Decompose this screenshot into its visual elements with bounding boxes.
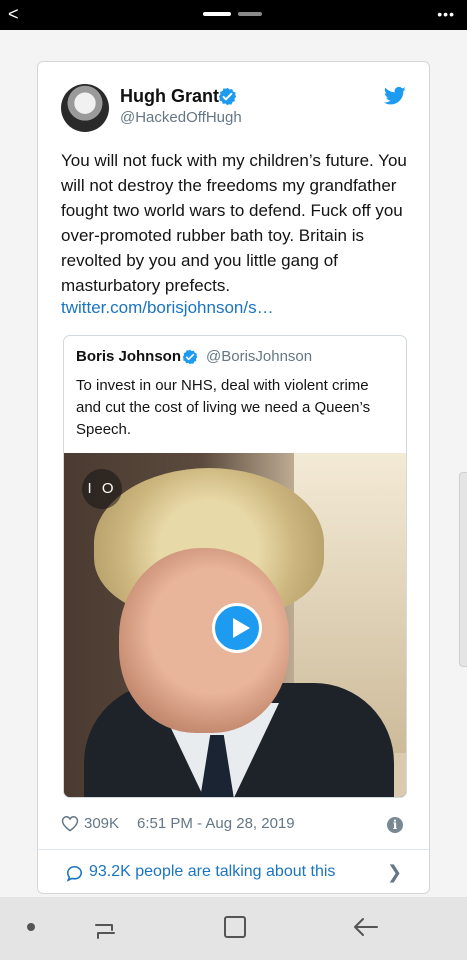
twitter-bird-icon[interactable] [384, 86, 406, 106]
verified-icon [218, 87, 237, 106]
edge-panel-handle[interactable] [459, 472, 467, 667]
conversation-link[interactable]: 93.2K people are talking about this [89, 863, 335, 881]
video-figure-face [119, 548, 289, 733]
heart-icon[interactable] [61, 815, 79, 832]
navigation-bar [0, 897, 467, 960]
author-handle[interactable]: @HackedOffHugh [120, 109, 242, 126]
quoted-tweet-text: To invest in our NHS, deal with violent … [76, 377, 371, 438]
page-indicator-active [203, 12, 231, 16]
verified-icon [182, 349, 198, 365]
tweet-link[interactable]: twitter.com/borisjohnson/s… [61, 298, 274, 318]
video-counter-badge: I O [82, 469, 122, 509]
back-icon[interactable]: < [8, 4, 19, 24]
quoted-author-handle[interactable]: @BorisJohnson [206, 348, 312, 365]
comment-icon [66, 865, 83, 882]
recent-apps-icon[interactable] [92, 917, 118, 941]
chevron-right-icon[interactable]: ❯ [387, 862, 402, 883]
page-indicator [238, 12, 262, 16]
home-icon[interactable] [224, 916, 246, 938]
nav-back-icon[interactable] [352, 915, 380, 939]
tweet-text: You will not fuck with my children’s fut… [61, 151, 407, 295]
like-count: 309K [84, 815, 120, 832]
info-icon[interactable]: i [387, 817, 403, 833]
quoted-tweet[interactable]: Boris Johnson @BorisJohnson To invest in… [63, 335, 407, 798]
video-player[interactable]: I O [64, 453, 406, 797]
author-name[interactable]: Hugh Grant [120, 86, 219, 107]
divider [38, 849, 429, 850]
more-icon[interactable]: ••• [437, 6, 455, 22]
quoted-author-name[interactable]: Boris Johnson [76, 348, 181, 365]
tweet-timestamp[interactable]: 6:51 PM - Aug 28, 2019 [137, 815, 295, 832]
play-icon[interactable] [212, 603, 262, 653]
nav-dot [27, 923, 35, 931]
status-bar: < ••• [0, 0, 467, 30]
avatar[interactable] [61, 84, 109, 132]
tweet-card[interactable]: Hugh Grant @HackedOffHugh You will not f… [37, 61, 430, 894]
